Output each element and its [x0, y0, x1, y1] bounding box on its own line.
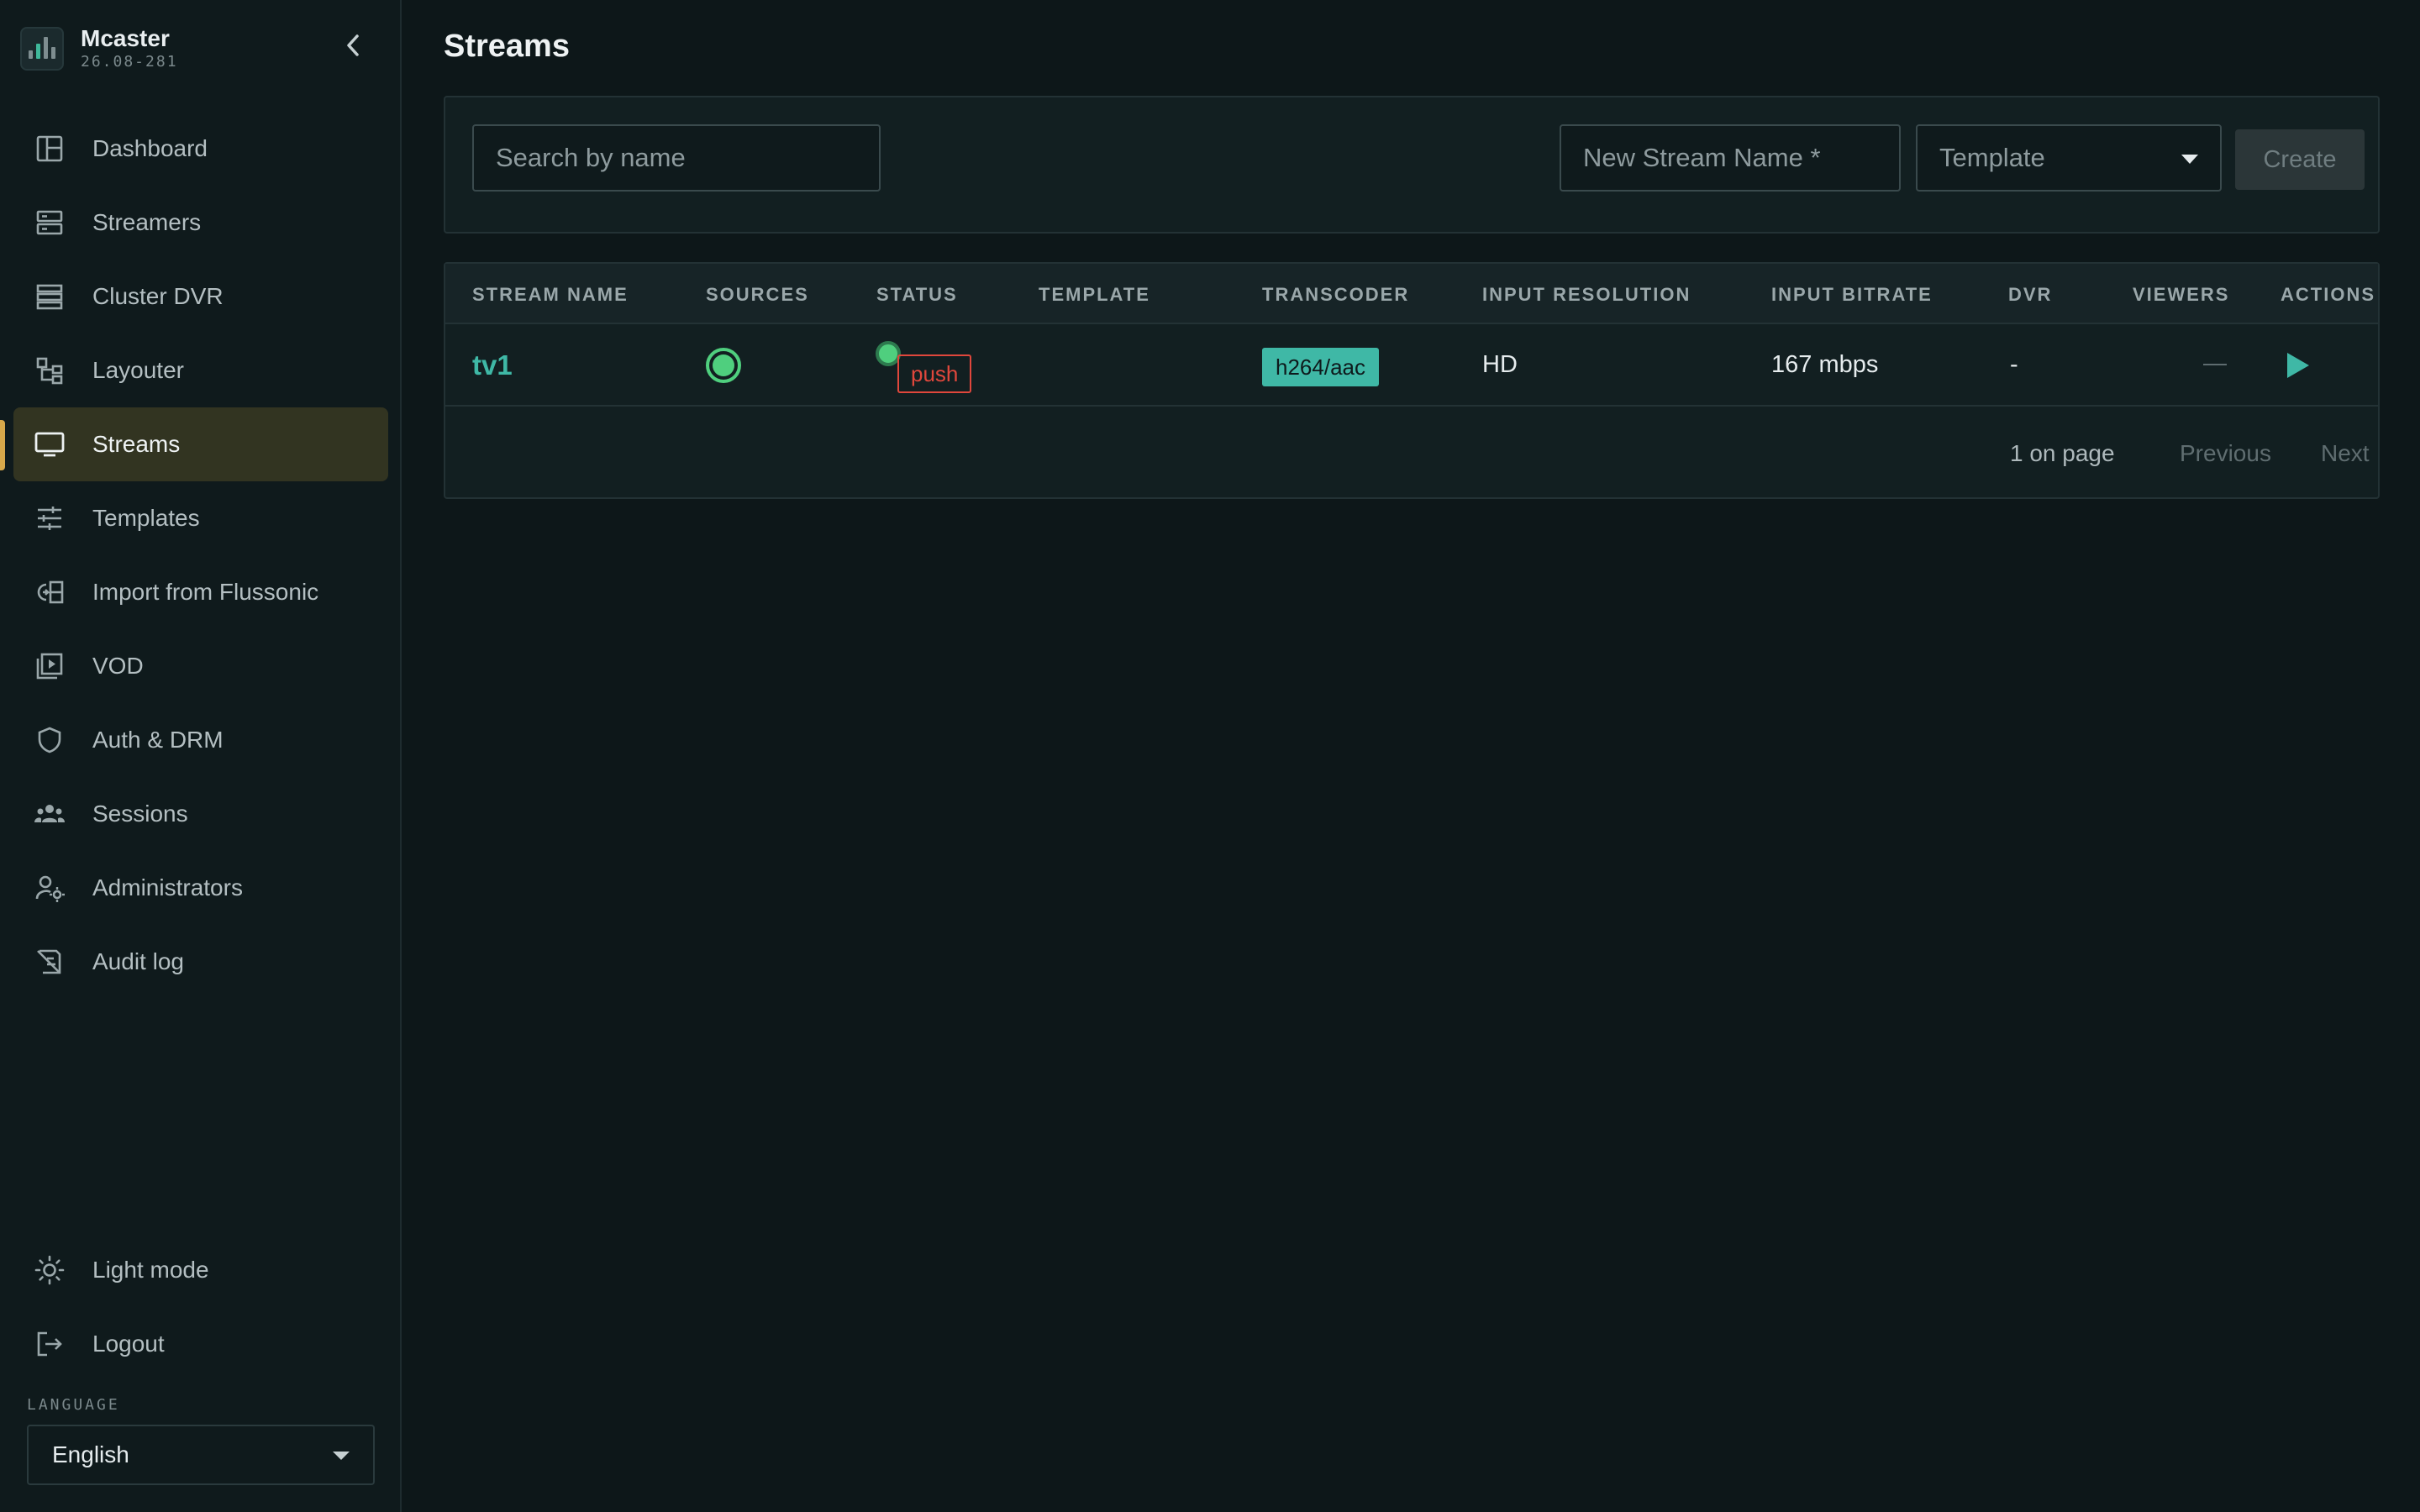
- sidebar-item-label: Layouter: [92, 357, 184, 383]
- sidebar-item-label: Templates: [92, 505, 200, 531]
- streamers-icon: [32, 205, 67, 240]
- column-header-sources[interactable]: SOURCES: [706, 284, 809, 306]
- language-select[interactable]: English: [27, 1425, 375, 1485]
- logo-icon: [20, 27, 64, 71]
- sidebar-item-label: Sessions: [92, 801, 188, 827]
- page-title: Streams: [444, 29, 570, 64]
- source-status-icon: [706, 348, 741, 383]
- table-row[interactable]: tv1 push h264/aac HD 167 mbps -: [445, 324, 2378, 407]
- column-header-viewers[interactable]: VIEWERS: [2133, 284, 2229, 306]
- active-nav-marker: [0, 420, 5, 470]
- chevron-left-icon: [347, 34, 359, 56]
- stream-name-link[interactable]: tv1: [472, 349, 513, 381]
- column-header-status[interactable]: STATUS: [876, 284, 958, 306]
- light-mode-toggle[interactable]: Light mode: [13, 1233, 388, 1307]
- viewers-empty-dash: [2203, 364, 2227, 365]
- column-header-dvr[interactable]: DVR: [2008, 284, 2052, 306]
- sidebar-item-label: Auth & DRM: [92, 727, 224, 753]
- sidebar-item-auth-drm[interactable]: Auth & DRM: [13, 703, 388, 777]
- language-label: LANGUAGE: [27, 1396, 120, 1414]
- column-header-input-resolution[interactable]: INPUT RESOLUTION: [1482, 284, 1691, 306]
- collapse-sidebar-button[interactable]: [336, 29, 370, 62]
- transcoder-badge: h264/aac: [1262, 348, 1379, 386]
- template-select-value: Template: [1939, 143, 2045, 172]
- main-content: Streams Template Create STREAM NAME SOUR…: [403, 0, 2420, 1512]
- light-mode-label: Light mode: [92, 1257, 209, 1283]
- import-icon: [32, 575, 67, 610]
- column-header-template[interactable]: TEMPLATE: [1039, 284, 1150, 306]
- sidebar-item-audit-log[interactable]: Audit log: [13, 925, 388, 999]
- column-header-actions: ACTIONS: [2281, 284, 2375, 305]
- search-input[interactable]: [472, 124, 881, 192]
- column-header-input-bitrate[interactable]: INPUT BITRATE: [1771, 284, 1933, 306]
- input-bitrate-cell: 167 mbps: [1771, 351, 1879, 378]
- audit-log-icon: [32, 944, 67, 979]
- sidebar-item-label: Cluster DVR: [92, 283, 224, 309]
- sidebar-item-sessions[interactable]: Sessions: [13, 777, 388, 851]
- cluster-dvr-icon: [32, 279, 67, 314]
- monitor-icon: [32, 427, 67, 462]
- vod-icon: [32, 648, 67, 684]
- streams-toolbar: Template Create: [444, 96, 2380, 234]
- language-value: English: [52, 1441, 129, 1467]
- sidebar-item-streamers[interactable]: Streamers: [13, 186, 388, 260]
- sliders-icon: [32, 501, 67, 536]
- users-icon: [32, 796, 67, 832]
- sidebar-item-vod[interactable]: VOD: [13, 629, 388, 703]
- dashboard-icon: [32, 131, 67, 166]
- dvr-cell: -: [2010, 351, 2018, 378]
- sun-icon: [32, 1252, 67, 1288]
- chevron-down-icon: [333, 1452, 350, 1460]
- column-header-transcoder[interactable]: TRANSCODER: [1262, 284, 1409, 306]
- logout-icon: [32, 1326, 67, 1362]
- sidebar-item-label: Streamers: [92, 209, 202, 235]
- app-name: Mcaster: [81, 25, 170, 51]
- chevron-down-icon: [2181, 155, 2198, 164]
- brand[interactable]: Mcaster 26.08-281: [20, 25, 390, 72]
- logout-button[interactable]: Logout: [13, 1307, 388, 1381]
- pagination-count: 1 on page: [2010, 440, 2115, 466]
- sidebar-item-label: Import from Flussonic: [92, 579, 319, 605]
- play-icon: [2287, 353, 2309, 378]
- app-version: 26.08-281: [81, 53, 178, 71]
- logout-label: Logout: [92, 1331, 165, 1357]
- pagination-next-button[interactable]: Next: [2321, 440, 2370, 467]
- sidebar-item-label: Streams: [92, 431, 181, 457]
- sidebar-item-dashboard[interactable]: Dashboard: [13, 112, 388, 186]
- sidebar: Mcaster 26.08-281 Dashboard Streamers Cl…: [0, 0, 402, 1512]
- sidebar-item-label: Dashboard: [92, 135, 208, 161]
- layouter-icon: [32, 353, 67, 388]
- sidebar-item-streams[interactable]: Streams: [13, 407, 388, 481]
- sidebar-item-cluster-dvr[interactable]: Cluster DVR: [13, 260, 388, 333]
- sidebar-item-label: Administrators: [92, 874, 243, 900]
- streams-table: STREAM NAME SOURCES STATUS TEMPLATE TRAN…: [444, 262, 2380, 499]
- sidebar-item-import-from-flussonic[interactable]: Import from Flussonic: [13, 555, 388, 629]
- sidebar-item-label: Audit log: [92, 948, 184, 974]
- shield-icon: [32, 722, 67, 758]
- main-nav: Dashboard Streamers Cluster DVR Layouter…: [13, 112, 388, 999]
- sidebar-item-layouter[interactable]: Layouter: [13, 333, 388, 407]
- sidebar-item-templates[interactable]: Templates: [13, 481, 388, 555]
- column-header-stream-name[interactable]: STREAM NAME: [472, 284, 629, 306]
- bottom-nav: Light mode Logout: [13, 1233, 388, 1381]
- pagination-previous-button[interactable]: Previous: [2180, 440, 2271, 467]
- new-stream-name-input[interactable]: [1560, 124, 1901, 192]
- template-select[interactable]: Template: [1916, 124, 2222, 192]
- sidebar-item-administrators[interactable]: Administrators: [13, 851, 388, 925]
- admin-gear-icon: [32, 870, 67, 906]
- play-button[interactable]: [2284, 351, 2311, 380]
- status-badge: push: [897, 354, 972, 393]
- sidebar-item-label: VOD: [92, 653, 144, 679]
- table-header: STREAM NAME SOURCES STATUS TEMPLATE TRAN…: [445, 264, 2378, 324]
- create-button[interactable]: Create: [2235, 129, 2365, 190]
- input-resolution-cell: HD: [1482, 351, 1518, 378]
